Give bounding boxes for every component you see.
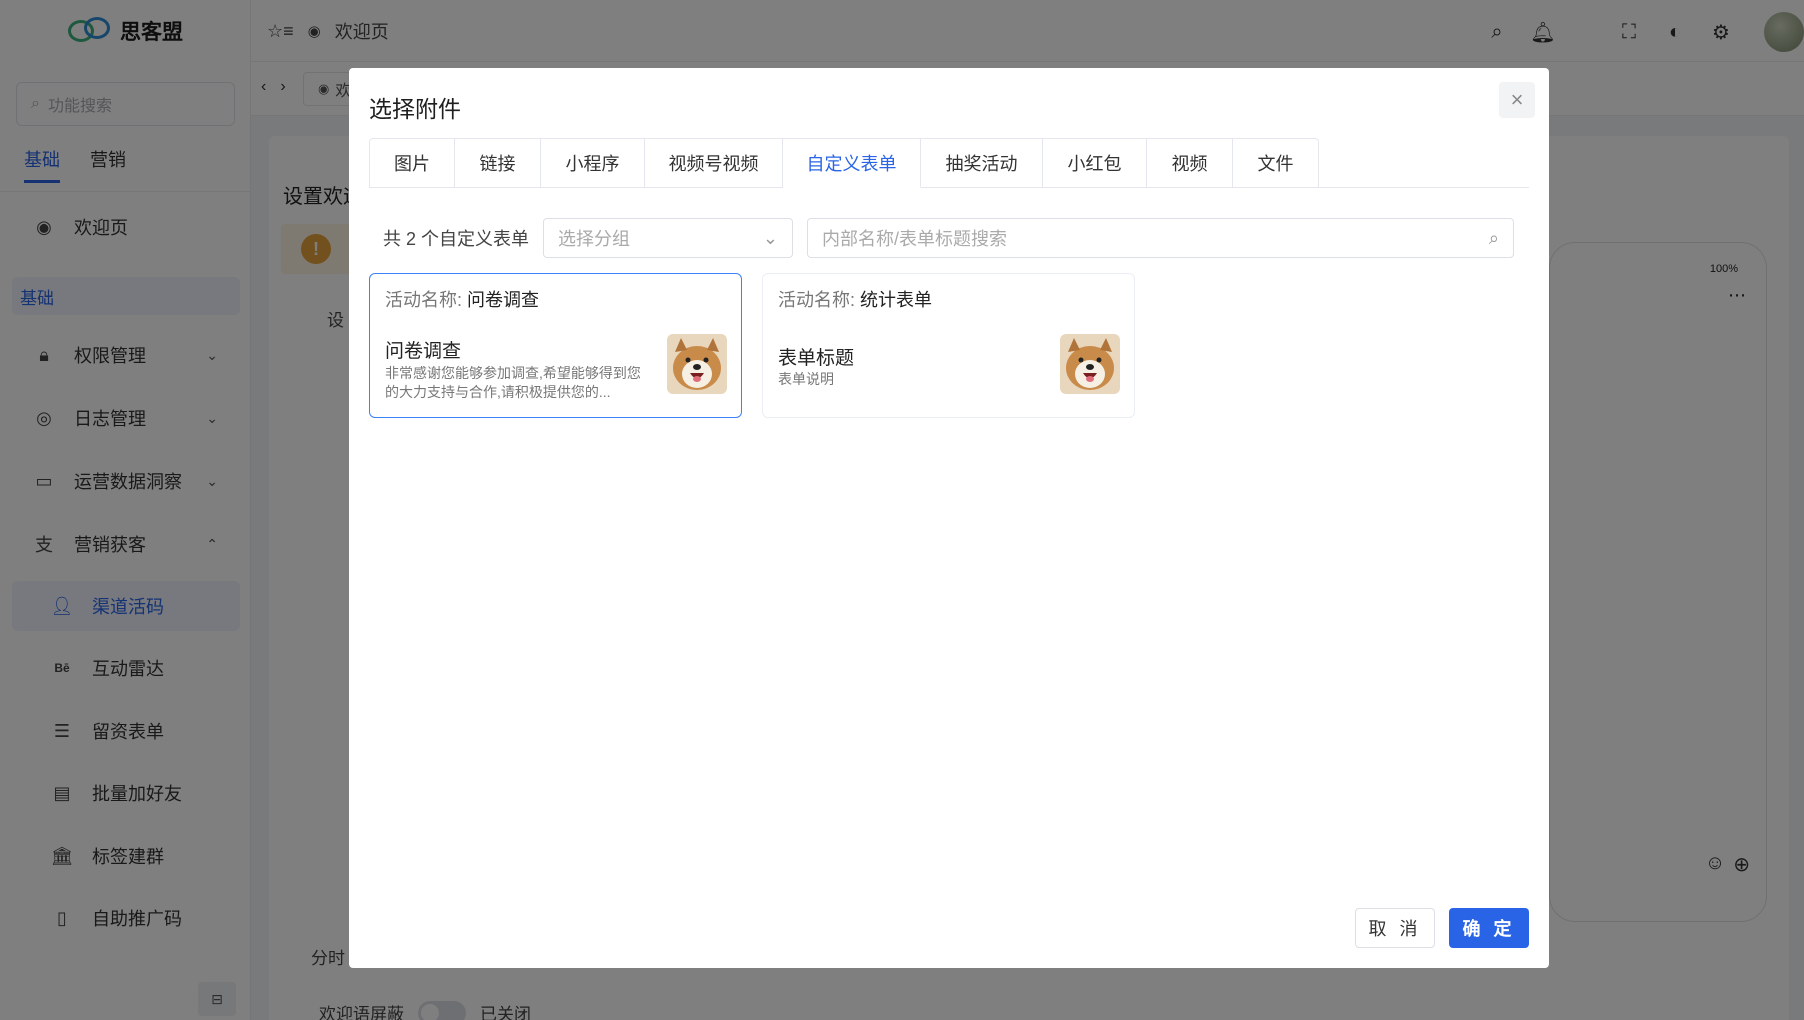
form-search-placeholder: 内部名称/表单标题搜索 [822, 229, 1008, 249]
search-icon: ⌕ [1488, 227, 1500, 248]
tab-lottery[interactable]: 抽奖活动 [921, 138, 1043, 188]
card-activity-name: 活动名称: 统计表单 [778, 286, 932, 312]
group-select[interactable]: 选择分组 ⌄ [543, 218, 794, 258]
activity-name-label: 活动名称: [778, 290, 856, 310]
form-card[interactable]: 活动名称: 统计表单 表单标题 表单说明 [762, 273, 1135, 418]
close-icon: × [1510, 87, 1524, 112]
card-form-desc: 非常感谢您能够参加调查,希望能够得到您的大力支持与合作,请积极提供您的... [385, 365, 641, 400]
filter-row: 共 2 个自定义表单 选择分组 ⌄ 内部名称/表单标题搜索 ⌕ [369, 218, 1515, 258]
tab-red-packet[interactable]: 小红包 [1043, 138, 1147, 188]
form-search-input[interactable]: 内部名称/表单标题搜索 ⌕ [807, 218, 1515, 258]
card-form-desc: 表单说明 [778, 371, 834, 387]
card-activity-name: 活动名称: 问卷调查 [385, 286, 539, 312]
tab-channel-video[interactable]: 视频号视频 [645, 138, 783, 188]
dog-thumbnail-image [667, 334, 727, 394]
group-select-placeholder: 选择分组 [558, 229, 631, 249]
activity-name-value: 问卷调查 [467, 290, 540, 310]
form-card[interactable]: 活动名称: 问卷调查 问卷调查 非常感谢您能够参加调查,希望能够得到您的大力支持… [369, 273, 742, 418]
activity-name-label: 活动名称: [385, 290, 463, 310]
tab-mini-program[interactable]: 小程序 [541, 138, 645, 188]
tab-image[interactable]: 图片 [369, 138, 455, 188]
select-attachment-dialog: 选择附件 × 图片 链接 小程序 视频号视频 自定义表单 抽奖活动 小红包 视频… [349, 68, 1549, 968]
chevron-down-icon: ⌄ [762, 227, 779, 248]
card-form-title: 问卷调查 [385, 341, 462, 362]
attachment-type-tabs: 图片 链接 小程序 视频号视频 自定义表单 抽奖活动 小红包 视频 文件 [369, 138, 1529, 188]
tab-file[interactable]: 文件 [1233, 138, 1319, 188]
dog-thumbnail-image [1060, 334, 1120, 394]
tab-video[interactable]: 视频 [1147, 138, 1233, 188]
close-button[interactable]: × [1499, 82, 1535, 118]
activity-name-value: 统计表单 [860, 290, 933, 310]
tab-link[interactable]: 链接 [455, 138, 541, 188]
cancel-button[interactable]: 取 消 [1355, 908, 1435, 948]
form-card-list: 活动名称: 问卷调查 问卷调查 非常感谢您能够参加调查,希望能够得到您的大力支持… [369, 273, 1135, 418]
card-form-title: 表单标题 [778, 348, 855, 369]
tab-custom-form[interactable]: 自定义表单 [783, 138, 921, 188]
confirm-button[interactable]: 确 定 [1449, 908, 1529, 948]
form-count: 共 2 个自定义表单 [383, 229, 530, 249]
dialog-title: 选择附件 [369, 96, 461, 122]
